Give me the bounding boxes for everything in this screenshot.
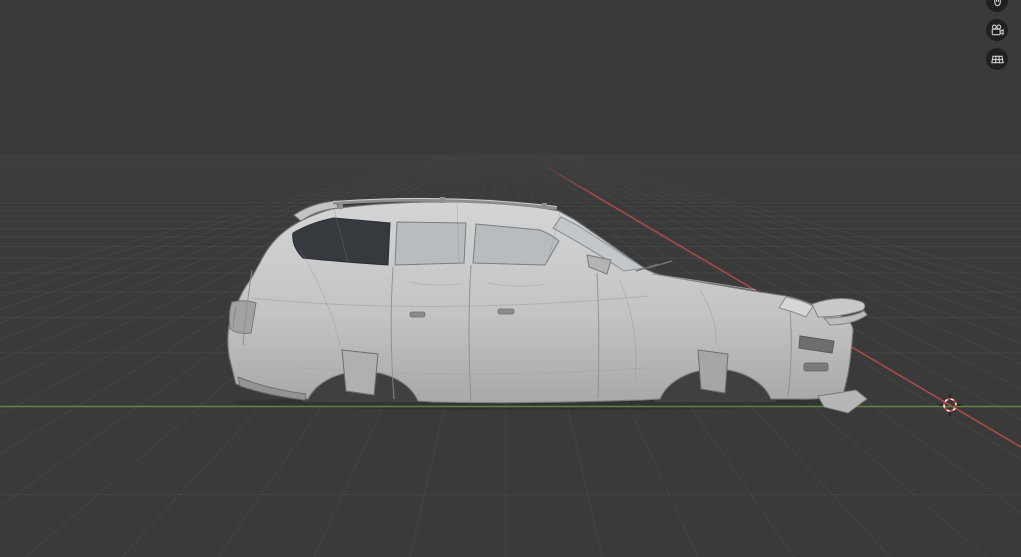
rear-door-window <box>394 221 467 266</box>
camera-view-icon <box>991 23 1004 35</box>
bumper-vent <box>803 362 829 372</box>
ortho-grid-icon <box>990 55 1004 63</box>
rail-foot <box>338 203 343 209</box>
rail-foot <box>542 203 547 209</box>
scene-canvas <box>0 140 1021 557</box>
rear-arch-flap <box>341 349 379 396</box>
rail-foot <box>440 197 445 203</box>
rear-door-handle <box>409 311 426 318</box>
camera-view-button[interactable] <box>986 19 1008 41</box>
move-view-icon <box>993 0 1001 6</box>
wiper <box>647 260 673 269</box>
3d-viewport[interactable] <box>0 0 1021 557</box>
toggle-ortho-button[interactable] <box>986 48 1008 70</box>
taillight <box>228 300 257 334</box>
front-door-handle <box>497 308 515 315</box>
front-arch-flap <box>697 349 729 394</box>
